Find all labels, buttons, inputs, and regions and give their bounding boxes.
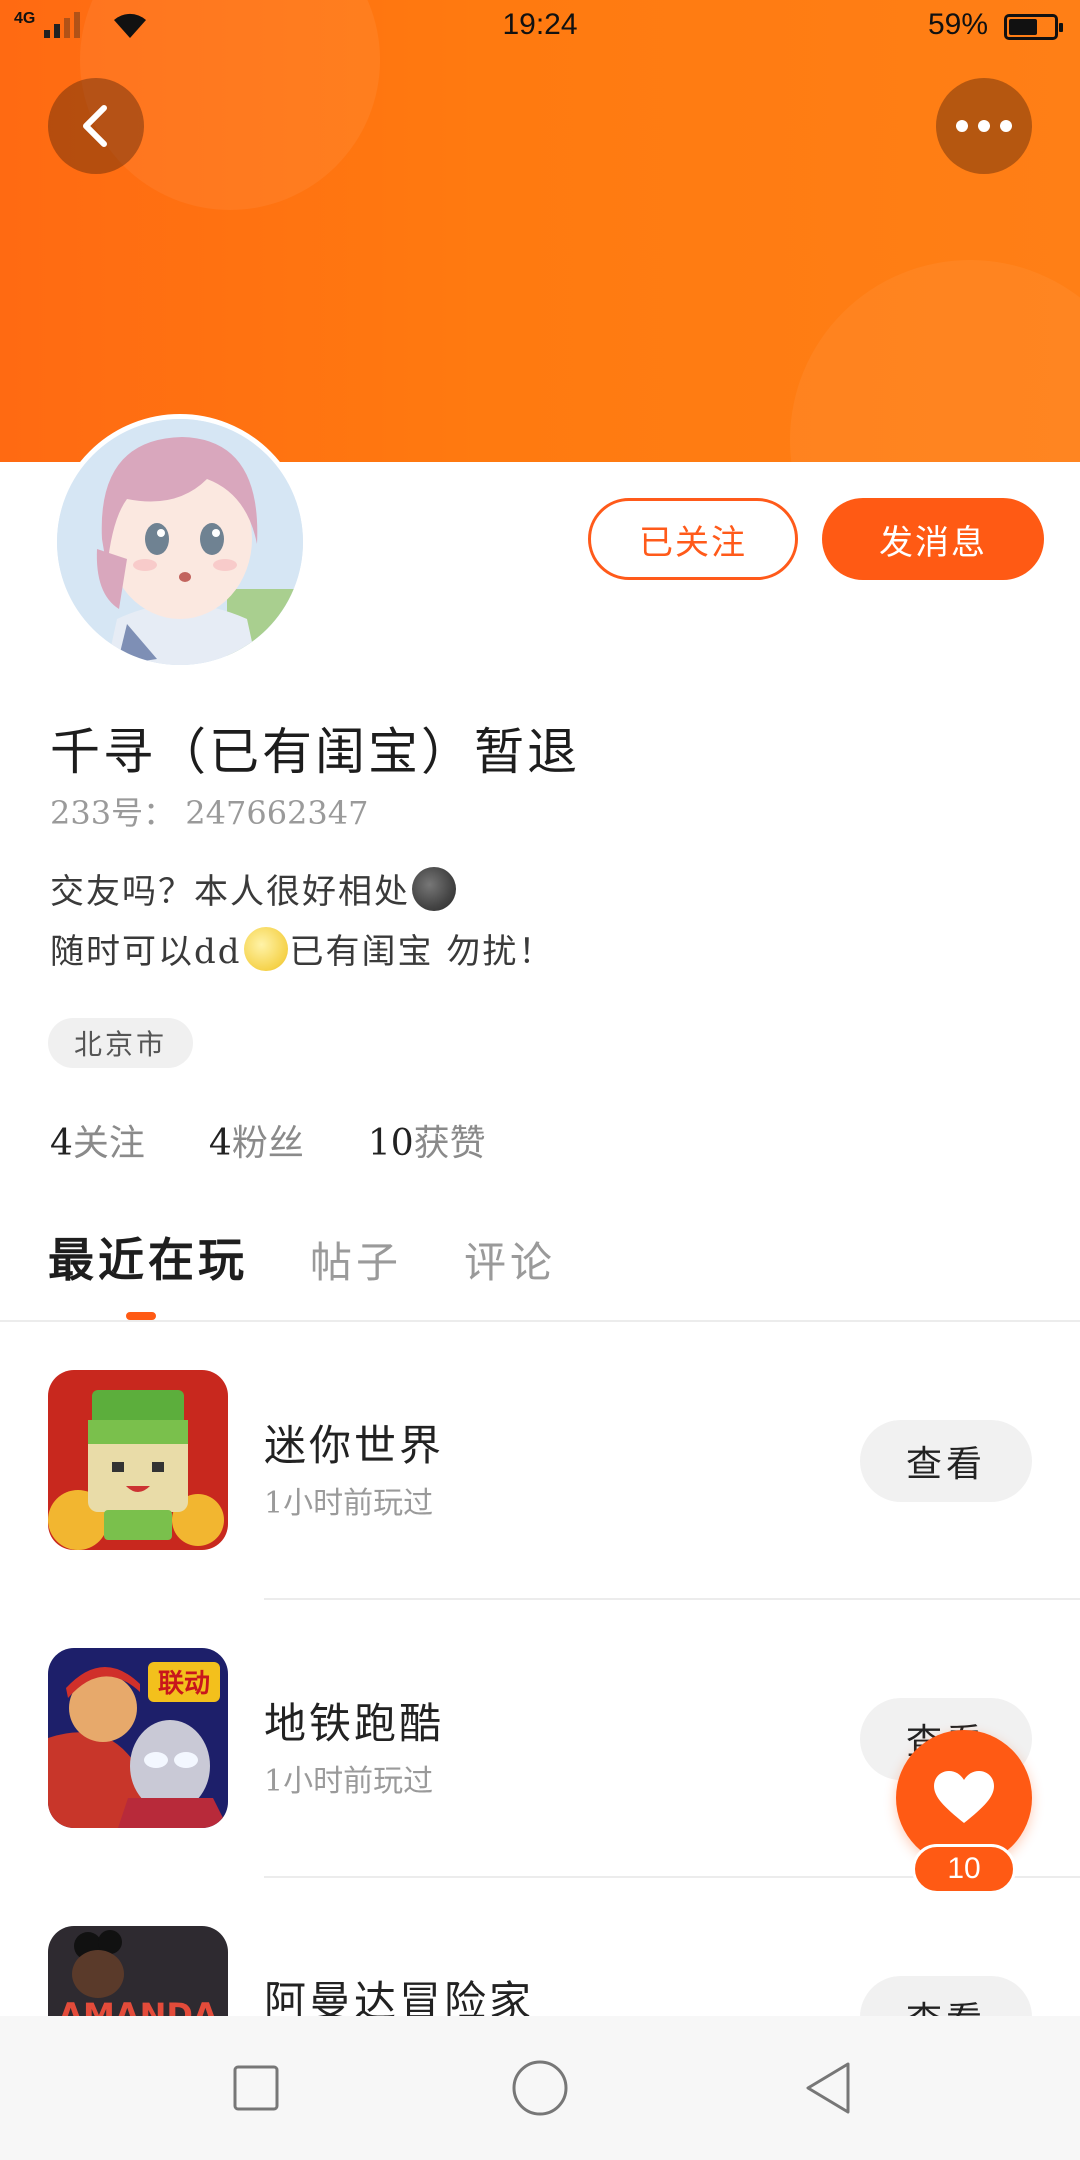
active-tab-indicator	[126, 1312, 156, 1320]
likes-label: 获赞	[413, 1123, 486, 1164]
banner-decoration	[790, 260, 1080, 462]
subway-surfers-game-icon: 联动	[48, 1648, 228, 1828]
user-id: 233号： 247662347	[50, 794, 369, 832]
likes-count: 10	[367, 1123, 414, 1164]
user-bio: 交友吗？本人很好相处 随时可以dd 已有闺宝 勿扰！	[50, 862, 554, 982]
like-count-badge: 10	[912, 1844, 1016, 1894]
square-icon	[233, 2065, 279, 2111]
bio-text: 随时可以dd	[50, 932, 242, 972]
collab-badge-text: 联动	[158, 1669, 210, 1699]
tab-recently-played[interactable]: 最近在玩	[48, 1224, 248, 1290]
profile-header-banner: 4G 19:24 59%	[0, 0, 1080, 462]
status-time: 19:24	[502, 8, 578, 41]
location-tag: 北京市	[48, 1018, 194, 1068]
send-message-button[interactable]: 发消息	[822, 498, 1044, 580]
tab-posts[interactable]: 帖子	[310, 1229, 402, 1290]
mini-world-game-icon	[48, 1370, 228, 1550]
battery-percentage: 59%	[928, 8, 989, 41]
heart-icon	[934, 1771, 994, 1823]
game-name: 地铁跑酷	[264, 1699, 445, 1748]
game-name: 迷你世界	[264, 1421, 445, 1470]
bio-text: 已有闺宝 勿扰！	[289, 932, 555, 972]
profile-tabs: 最近在玩 帖子 评论	[48, 1224, 618, 1290]
following-count: 4	[50, 1123, 73, 1164]
bio-line: 交友吗？本人很好相处	[50, 862, 554, 922]
followers-label: 粉丝	[231, 1123, 304, 1164]
followers-stat[interactable]: 4粉丝	[209, 1114, 304, 1166]
followers-count: 4	[208, 1123, 232, 1164]
divider	[264, 1598, 1080, 1600]
bio-text: 交友吗？本人很好相处	[50, 872, 410, 912]
circle-icon	[512, 2060, 568, 2116]
last-played-text: 1小时前玩过	[264, 1486, 434, 1521]
likes-stat: 10获赞	[368, 1114, 486, 1166]
bio-line: 随时可以dd 已有闺宝 勿扰！	[50, 922, 554, 982]
username: 千寻（已有闺宝）暂退	[50, 723, 580, 781]
profile-stats: 4关注 4粉丝 10获赞	[50, 1114, 550, 1166]
chevron-left-icon	[83, 105, 107, 147]
avatar[interactable]	[52, 414, 308, 670]
system-navigation-bar	[0, 2016, 1080, 2160]
system-back-button[interactable]	[792, 2052, 864, 2124]
full-moon-emoji-icon	[243, 927, 288, 971]
following-stat[interactable]: 4关注	[50, 1114, 145, 1166]
battery-icon	[1004, 14, 1063, 40]
view-button[interactable]: 查看	[860, 1420, 1032, 1502]
following-label: 关注	[72, 1123, 145, 1164]
last-played-text: 1小时前玩过	[264, 1764, 434, 1799]
tab-comments[interactable]: 评论	[464, 1229, 556, 1290]
avatar-image	[57, 419, 303, 665]
more-options-button[interactable]	[936, 78, 1032, 174]
list-item[interactable]: 迷你世界 1小时前玩过 查看	[0, 1370, 1080, 1648]
back-button[interactable]	[48, 78, 144, 174]
new-moon-emoji-icon	[412, 867, 456, 911]
more-dots-icon	[956, 120, 1012, 132]
status-bar: 4G 19:24 59%	[0, 0, 1080, 52]
followed-button[interactable]: 已关注	[588, 498, 798, 580]
home-button[interactable]	[504, 2052, 576, 2124]
triangle-back-icon	[806, 2062, 850, 2114]
divider	[0, 1320, 1080, 1322]
recent-apps-button[interactable]	[220, 2052, 292, 2124]
